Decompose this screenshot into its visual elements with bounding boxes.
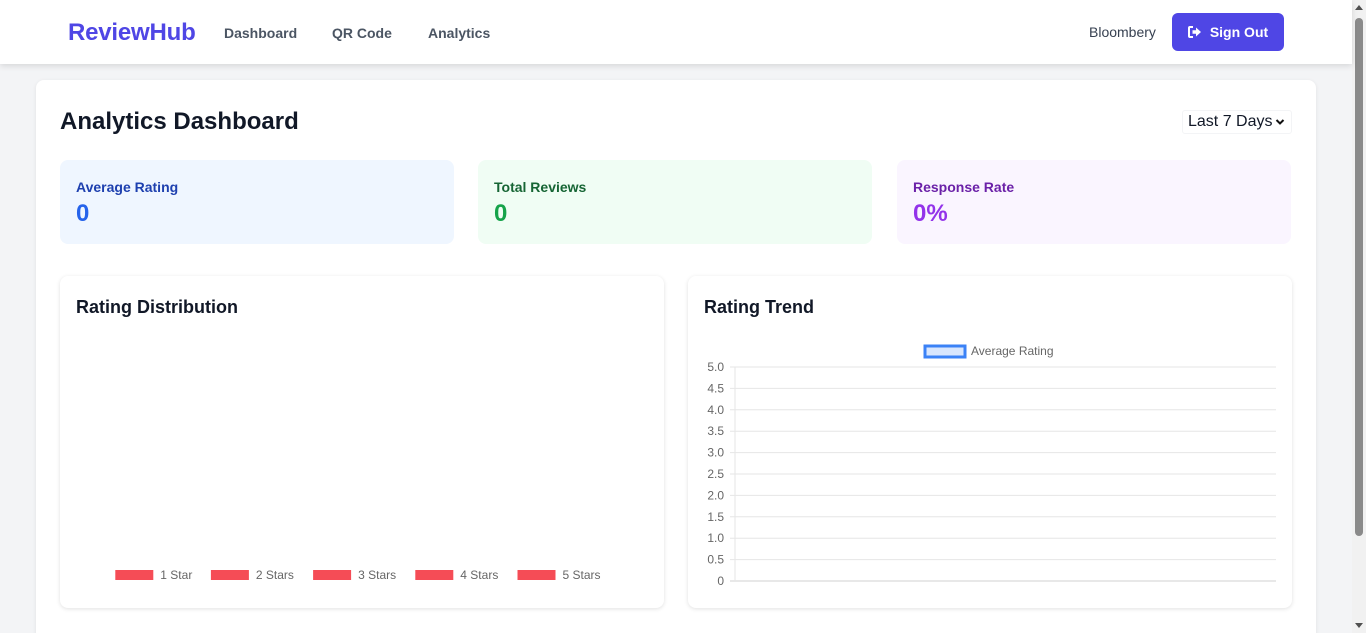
brand-logo[interactable]: ReviewHub — [68, 19, 196, 47]
y-tick-label: 3.5 — [707, 424, 724, 438]
stat-card-total-reviews: Total Reviews 0 — [478, 160, 872, 244]
nav-link-analytics[interactable]: Analytics — [428, 25, 490, 41]
nav-link-qr-code[interactable]: QR Code — [332, 25, 392, 41]
legend-label-4-star: 4 Stars — [460, 568, 498, 582]
sign-out-icon — [1187, 26, 1202, 38]
legend-label-1-star: 1 Star — [160, 568, 192, 582]
scroll-down-arrow-icon[interactable] — [1355, 621, 1363, 629]
y-tick-label: 2.5 — [707, 467, 724, 481]
y-tick-label: 1.0 — [707, 531, 724, 545]
stat-value: 0 — [494, 200, 508, 227]
y-tick-label: 0.5 — [707, 553, 724, 567]
legend-swatch-2-star — [210, 570, 249, 580]
legend-swatch-3-star — [313, 570, 352, 580]
legend-swatch-4-star — [415, 570, 454, 580]
stat-value: 0% — [913, 200, 948, 227]
legend-label-average-rating: Average Rating — [971, 344, 1054, 358]
y-tick-label: 3.0 — [707, 446, 724, 460]
user-name: Bloombery — [1089, 24, 1156, 40]
scroll-up-arrow-icon[interactable] — [1355, 4, 1363, 12]
y-tick-label: 4.0 — [707, 403, 724, 417]
stat-card-response-rate: Response Rate 0% — [897, 160, 1291, 244]
date-range-select[interactable]: Last 7 Days — [1182, 110, 1292, 134]
scrollbar-thumb[interactable] — [1355, 18, 1363, 536]
stat-card-average-rating: Average Rating 0 — [60, 160, 454, 244]
date-range-value: Last 7 Days — [1188, 113, 1273, 130]
page-scrollbar[interactable] — [1352, 0, 1366, 633]
sign-out-button[interactable]: Sign Out — [1172, 13, 1284, 51]
y-tick-label: 4.5 — [707, 381, 724, 395]
legend-swatch-average-rating — [923, 344, 967, 359]
sign-out-label: Sign Out — [1209, 24, 1269, 40]
rating-distribution-panel: Rating Distribution 1 Star 2 Stars 3 Stars… — [60, 276, 664, 608]
rating-trend-panel: Rating Trend 5.0 4.5 4.0 3.5 3.0 2.5 2.0 1.5 1.0… — [688, 276, 1292, 608]
legend-label-3-star: 3 Stars — [358, 568, 396, 582]
rating-distribution-chart: 1 Star 2 Stars 3 Stars 4 Stars 5 Stars — [115, 568, 601, 582]
y-tick-label: 5.0 — [707, 360, 724, 374]
legend-label-5-star: 5 Stars — [563, 568, 601, 582]
y-tick-label: 1.5 — [707, 510, 724, 524]
rating-trend-chart: 5.0 4.5 4.0 3.5 3.0 2.5 2.0 1.5 1.0 0.5 0 Average R… — [707, 344, 1276, 588]
stat-label: Total Reviews — [494, 179, 587, 195]
legend-label-2-star: 2 Stars — [256, 568, 294, 582]
stat-value: 0 — [76, 200, 90, 227]
legend-swatch-5-star — [517, 570, 556, 580]
stat-label: Response Rate — [913, 179, 1015, 195]
chevron-down-icon — [1275, 115, 1285, 134]
top-navbar: ReviewHub Dashboard QR Code Analytics Bl… — [0, 0, 1352, 64]
y-tick-label: 2.0 — [707, 488, 724, 502]
y-tick-label: 0 — [717, 574, 724, 588]
nav-link-dashboard[interactable]: Dashboard — [224, 25, 297, 41]
legend-swatch-1-star — [115, 570, 154, 580]
stat-label: Average Rating — [76, 179, 179, 195]
page-title: Analytics Dashboard — [60, 108, 299, 135]
analytics-card: Analytics Dashboard Last 7 Days Average … — [36, 80, 1316, 633]
